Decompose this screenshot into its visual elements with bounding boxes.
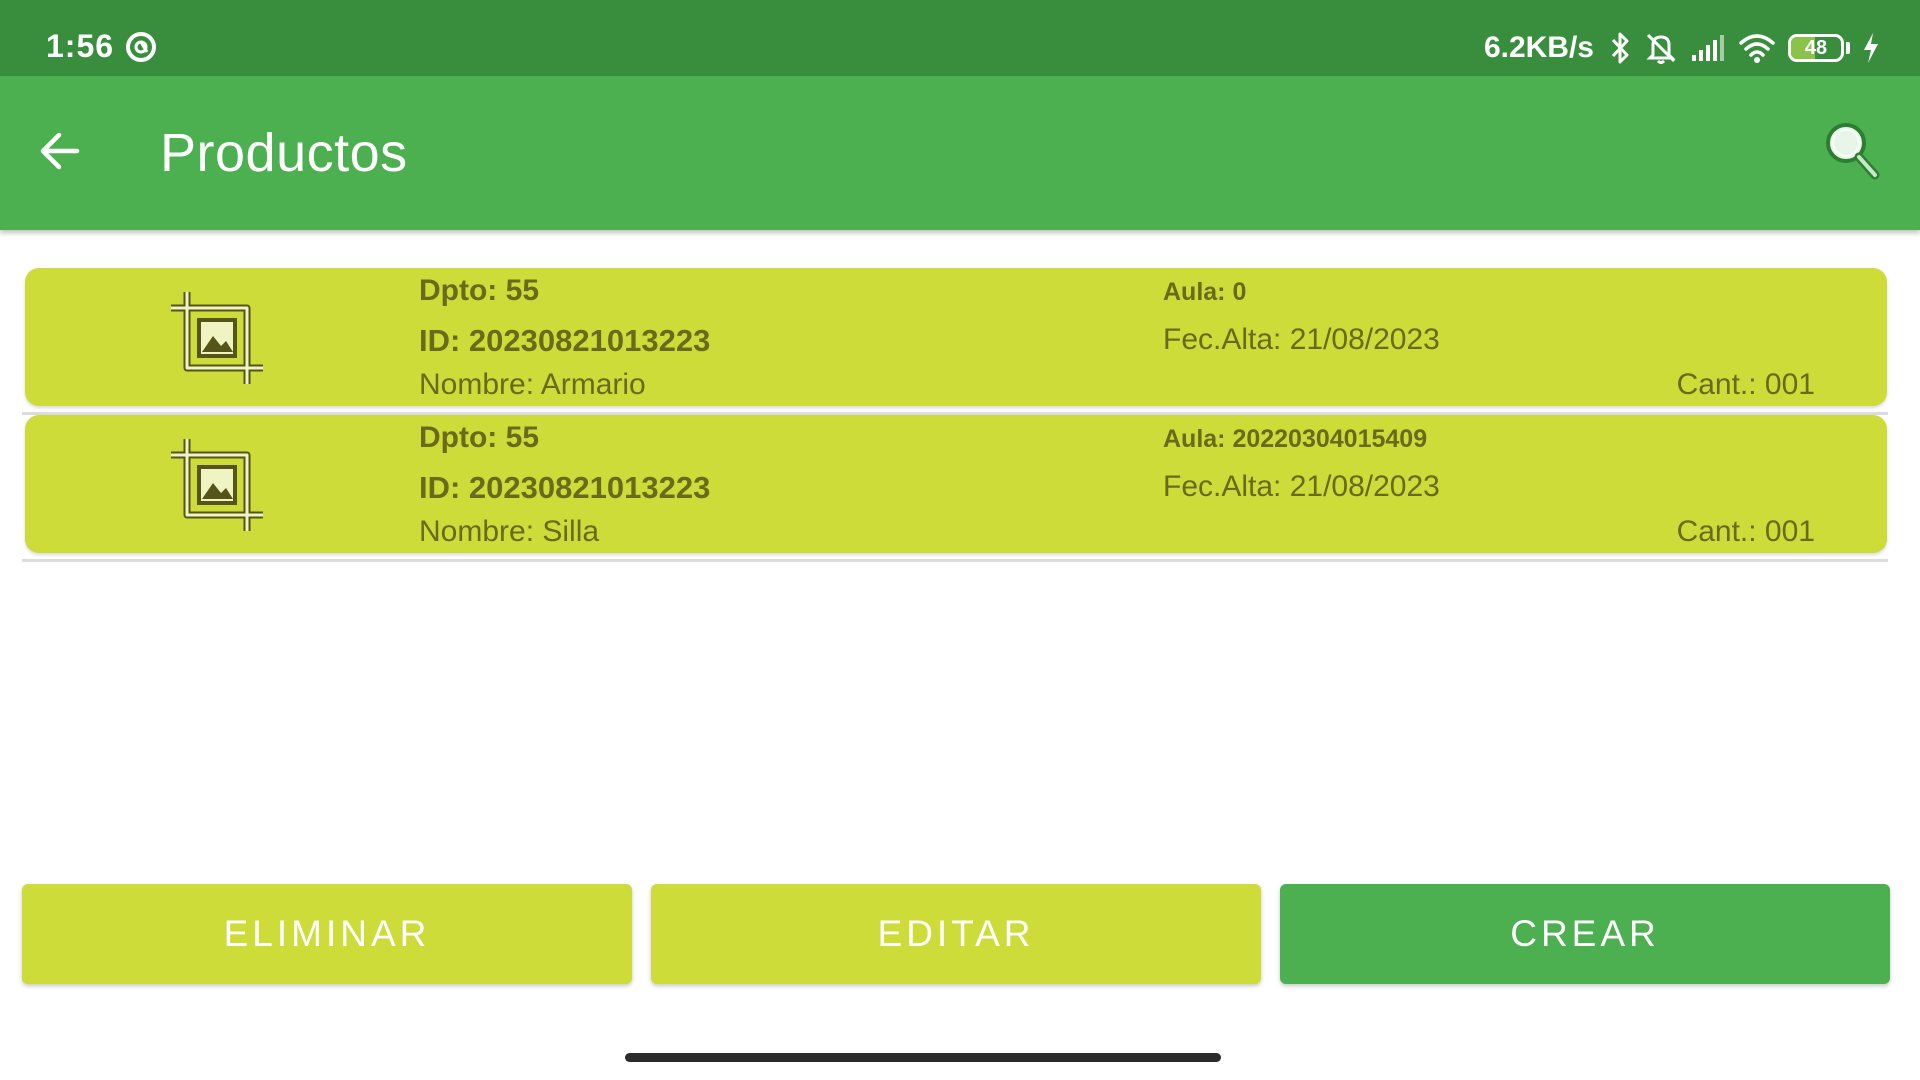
status-bar: 1:56 6.2KB/s 48 <box>0 0 1920 76</box>
wifi-icon <box>1739 34 1775 63</box>
product-id: ID: 20230821013223 <box>419 323 711 358</box>
image-crop-icon <box>171 439 263 531</box>
bluetooth-icon <box>1611 32 1629 64</box>
image-crop-icon <box>171 292 263 384</box>
page-title: Productos <box>160 123 408 183</box>
search-button[interactable] <box>1814 114 1890 190</box>
list-item[interactable]: Dpto: 55 ID: 20230821013223 Nombre: Arma… <box>22 268 1888 415</box>
status-icons: 6.2KB/s 48 <box>1484 28 1880 68</box>
battery-level: 48 <box>1804 36 1828 59</box>
product-dpto: Dpto: 55 <box>419 421 539 454</box>
battery-nub <box>1846 42 1850 54</box>
notifications-off-icon <box>1646 33 1676 64</box>
eliminar-button[interactable]: ELIMINAR <box>22 884 632 984</box>
product-cant: Cant.: 001 <box>1676 368 1815 401</box>
screen: 1:56 6.2KB/s 48 Productos Dpto: 55 ID: 2… <box>0 0 1920 1080</box>
product-fec-alta: Fec.Alta: 21/08/2023 <box>1163 323 1440 356</box>
back-button[interactable] <box>30 121 90 181</box>
product-dpto: Dpto: 55 <box>419 274 539 307</box>
product-name: Nombre: Silla <box>419 515 600 548</box>
crear-button[interactable]: CREAR <box>1280 884 1890 984</box>
charging-icon <box>1864 33 1878 63</box>
product-aula: Aula: 0 <box>1163 278 1247 306</box>
product-aula: Aula: 20220304015409 <box>1163 425 1428 453</box>
search-icon <box>1826 123 1880 180</box>
status-time: 1:56 <box>46 28 115 64</box>
home-indicator[interactable] <box>625 1053 1221 1062</box>
product-id: ID: 20230821013223 <box>419 470 711 505</box>
product-card[interactable]: Dpto: 55 ID: 20230821013223 Nombre: Sill… <box>25 415 1887 553</box>
net-speed: 6.2KB/s <box>1483 31 1594 64</box>
product-name: Nombre: Armario <box>419 368 646 401</box>
product-fec-alta: Fec.Alta: 21/08/2023 <box>1163 470 1440 503</box>
product-list: Dpto: 55 ID: 20230821013223 Nombre: Arma… <box>22 268 1888 562</box>
product-cant: Cant.: 001 <box>1676 515 1815 548</box>
app-notification-icon <box>126 32 156 62</box>
product-card[interactable]: Dpto: 55 ID: 20230821013223 Nombre: Arma… <box>25 268 1887 406</box>
arrow-left-icon <box>40 132 80 170</box>
app-bar: Productos <box>0 76 1920 230</box>
signal-icon <box>1692 35 1724 61</box>
editar-button[interactable]: EDITAR <box>651 884 1261 984</box>
list-item[interactable]: Dpto: 55 ID: 20230821013223 Nombre: Sill… <box>22 415 1888 562</box>
battery-icon: 48 <box>1788 34 1844 62</box>
